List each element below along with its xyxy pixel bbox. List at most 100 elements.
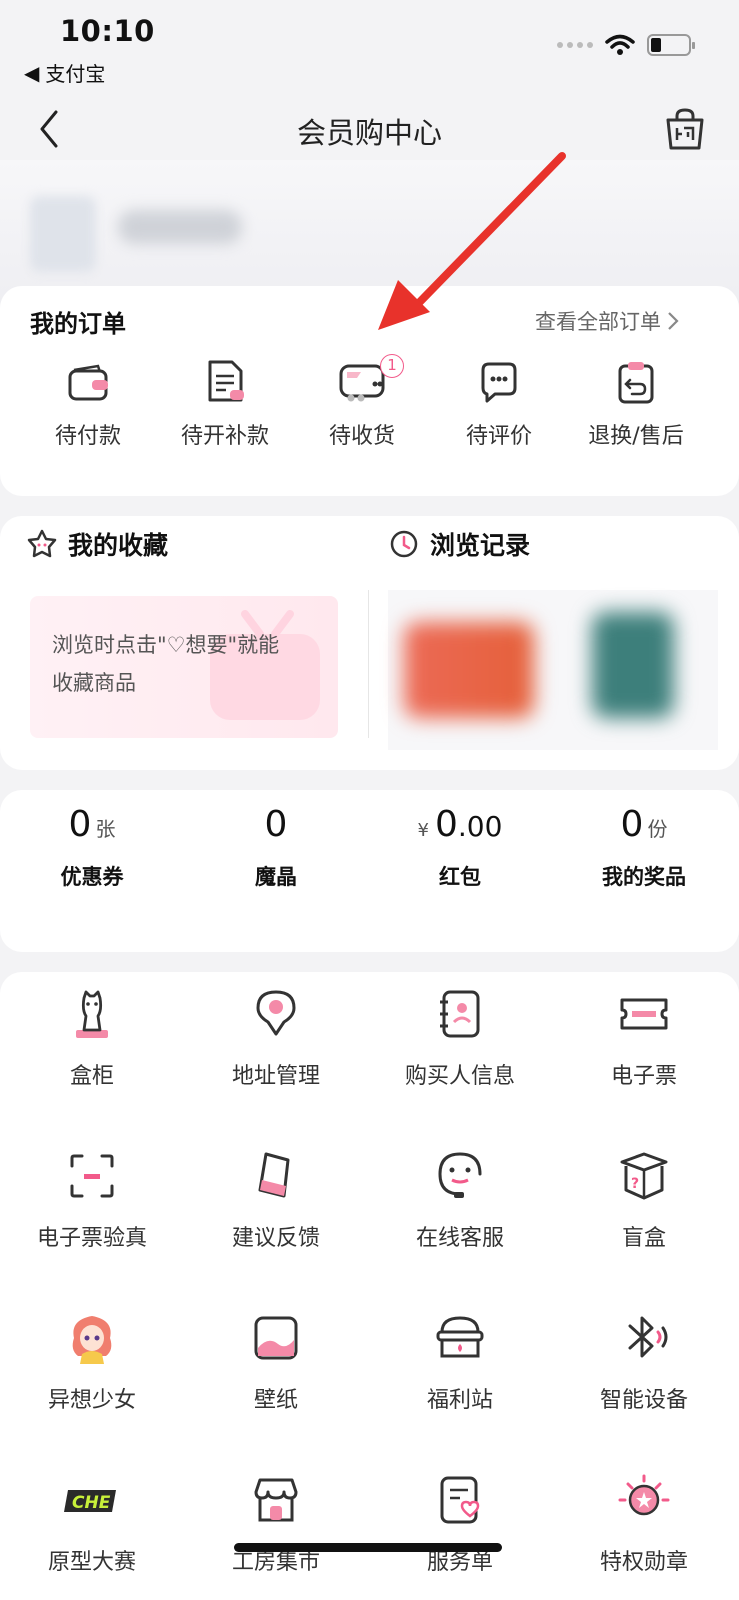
tool-fantasy-girl[interactable]: 异想少女 [0,1310,184,1414]
delivery-count-badge: 1 [380,354,404,378]
magic-crystal-label: 魔晶 [255,865,297,889]
welfare-basket-icon [436,1316,484,1358]
tool-online-support[interactable]: 在线客服 [368,1148,552,1252]
history-item-thumbnail[interactable] [404,622,534,718]
tool-blind-box[interactable]: ? 盲盒 [552,1148,736,1252]
chevron-right-icon [668,312,679,330]
feedback-icon [258,1152,290,1198]
magic-crystal-stat[interactable]: 0 魔晶 [184,804,368,891]
market-shop-icon [254,1478,298,1522]
contact-book-icon [440,990,480,1038]
anime-girl-icon [72,1316,112,1364]
tool-wallpaper[interactable]: 壁纸 [184,1310,368,1414]
back-app-label: 支付宝 [45,62,106,86]
star-face-icon [27,529,57,558]
favorites-empty-state: 浏览时点击"♡想要"就能 收藏商品 [30,596,338,738]
blind-box-icon: ? [620,1152,668,1200]
wifi-icon [605,34,635,55]
invoice-icon [208,360,244,402]
box-cabinet-icon [76,990,108,1038]
tool-address[interactable]: 地址管理 [184,986,368,1090]
tool-label: 异想少女 [47,1388,136,1413]
home-indicator[interactable] [234,1543,502,1552]
tool-label: 地址管理 [231,1064,320,1089]
username-blurred [118,210,242,244]
prizes-label: 我的奖品 [602,865,686,889]
tool-label: 壁纸 [253,1388,298,1413]
tool-label: 智能设备 [599,1388,688,1413]
order-pending-review[interactable]: 待评价 [429,358,569,450]
scan-icon [70,1154,114,1198]
coupons-unit: 张 [95,817,116,841]
order-after-sales[interactable]: 退换/售后 [566,358,706,450]
wallpaper-icon [254,1316,298,1360]
tool-label: 购买人信息 [404,1064,515,1089]
tool-label: 原型大赛 [47,1550,136,1575]
clock-icon [390,530,418,558]
order-label: 待收货 [328,424,395,449]
tool-prototype-contest[interactable]: CHE 原型大赛 [0,1472,184,1576]
tool-feedback[interactable]: 建议反馈 [184,1148,368,1252]
bluetooth-icon [628,1316,668,1358]
view-all-orders-label: 查看全部订单 [535,310,661,334]
prizes-stat[interactable]: 0份 我的奖品 [552,804,736,891]
review-chat-icon [481,362,517,403]
divider [368,590,369,738]
status-time: 10:10 [60,14,155,48]
red-packet-label: 红包 [439,865,481,889]
order-label: 待开补款 [180,424,269,449]
tool-smart-device[interactable]: 智能设备 [552,1310,736,1414]
coupons-label: 优惠券 [60,865,124,889]
order-pending-delivery[interactable]: 待收货 [292,358,432,450]
signal-icon [557,42,593,48]
orders-title: 我的订单 [30,310,126,338]
tool-label: 建议反馈 [231,1226,320,1251]
page-title: 会员购中心 [296,116,442,150]
tool-label: 盲盒 [621,1226,666,1251]
order-label: 退换/售后 [588,424,684,449]
red-packet-amount: 0 [435,804,458,845]
tool-label: 在线客服 [415,1226,504,1251]
tool-label: 电子票 [610,1064,677,1089]
red-packet-stat[interactable]: ¥0.00 红包 [368,804,552,891]
tool-buyer-info[interactable]: 购买人信息 [368,986,552,1090]
history-title: 浏览记录 [430,531,531,560]
magic-crystal-count: 0 [264,804,288,845]
tool-ticket-verify[interactable]: 电子票验真 [0,1148,184,1252]
order-pending-supplement[interactable]: 待开补款 [155,358,295,450]
wallet-icon [68,364,108,401]
ticket-icon [620,998,668,1030]
shopping-bag-icon[interactable] [662,106,708,152]
favorites-header[interactable]: 我的收藏 [26,526,168,562]
avatar[interactable] [30,196,96,272]
history-item-thumbnail[interactable] [592,612,674,718]
prizes-unit: 份 [647,817,668,841]
tool-box-cabinet[interactable]: 盒柜 [0,986,184,1090]
tool-workshop-market[interactable]: 工房集市 [184,1472,368,1576]
history-header[interactable]: 浏览记录 [388,526,530,562]
tool-service-order[interactable]: 服务单 [368,1472,552,1576]
tool-label: 特权勋章 [599,1550,688,1575]
coupons-stat[interactable]: 0张 优惠券 [0,804,184,891]
tool-label: 盒柜 [69,1064,114,1089]
svg-text:?: ? [631,1176,639,1192]
tool-welfare[interactable]: 福利站 [368,1310,552,1414]
svg-text:CHE: CHE [72,1493,111,1513]
favorites-empty-line1: 浏览时点击"♡想要"就能 [52,633,280,657]
order-pending-payment[interactable]: 待付款 [18,358,158,450]
view-all-orders-link[interactable]: 查看全部订单 [535,306,679,336]
order-label: 待付款 [54,424,121,449]
medal-icon [618,1474,670,1516]
battery-icon [647,34,695,56]
tool-e-ticket[interactable]: 电子票 [552,986,736,1090]
location-pin-icon [256,990,296,1036]
prizes-count: 0 [620,804,644,845]
favorites-title: 我的收藏 [68,531,169,560]
order-label: 待评价 [465,424,532,449]
back-to-app-link[interactable]: ◀ 支付宝 [24,58,105,87]
tool-privilege-medal[interactable]: 特权勋章 [552,1472,736,1576]
tool-label: 福利站 [426,1388,493,1413]
favorites-empty-text: 浏览时点击"♡想要"就能 收藏商品 [52,626,279,702]
customer-service-icon [438,1152,482,1198]
back-triangle-icon: ◀ [24,60,40,85]
